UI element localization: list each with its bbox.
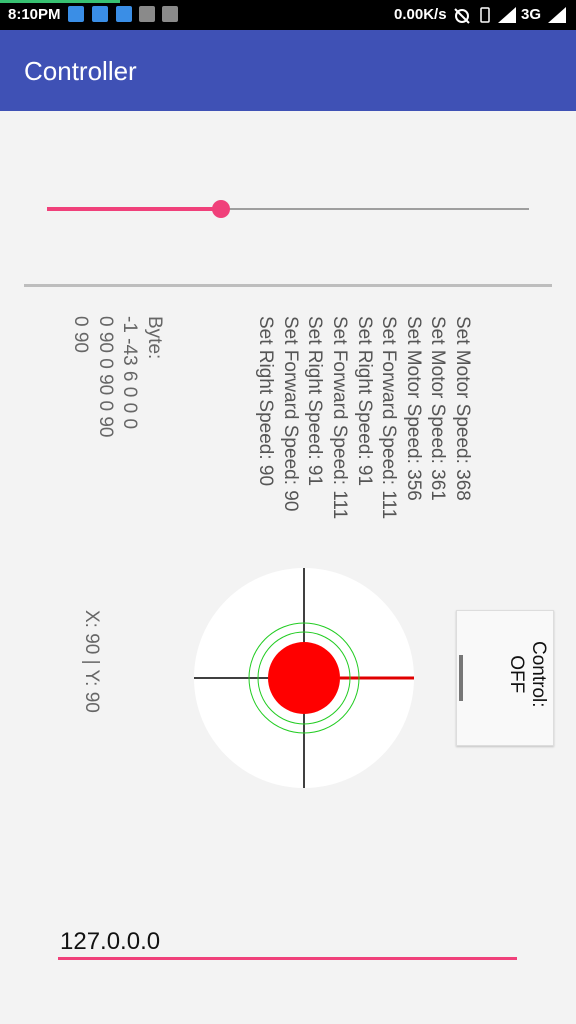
joystick-knob[interactable] (268, 642, 340, 714)
byte-log-text: Byte: -1 -43 6 0 0 0 0 90 0 90 0 90 0 90 (70, 316, 165, 438)
control-toggle-button[interactable]: Control: OFF (456, 610, 554, 746)
alarm-off-icon (454, 8, 470, 24)
status-bar: 8:10PM 0.00K/s 3G (0, 0, 576, 30)
xy-position-text: X: 90 | Y: 90 (81, 610, 102, 713)
play-store-icon (139, 6, 155, 22)
control-button-label: Control: OFF (506, 641, 549, 708)
speed-log-text: Set Motor Speed: 368 Set Motor Speed: 36… (255, 316, 473, 520)
slider-fill (47, 207, 221, 211)
status-time: 8:10PM (8, 6, 61, 23)
network-type: 3G (521, 6, 542, 23)
toggle-indicator (459, 655, 463, 701)
ip-input-underline (58, 957, 517, 960)
net-speed: 0.00K/s (394, 6, 447, 23)
cloud-icon (92, 6, 108, 22)
divider (24, 284, 552, 287)
vibrate-icon (480, 7, 490, 23)
slider-thumb[interactable] (211, 200, 230, 218)
joystick[interactable] (193, 567, 415, 789)
mail-check-icon (68, 6, 84, 22)
app-bar: Controller (0, 30, 576, 111)
signal-icon (548, 7, 566, 23)
signal-icon (498, 7, 516, 23)
play-store-icon (162, 6, 178, 22)
mail-check-icon (116, 6, 132, 22)
app-title: Controller (24, 56, 137, 86)
download-progress-indicator (0, 0, 120, 3)
